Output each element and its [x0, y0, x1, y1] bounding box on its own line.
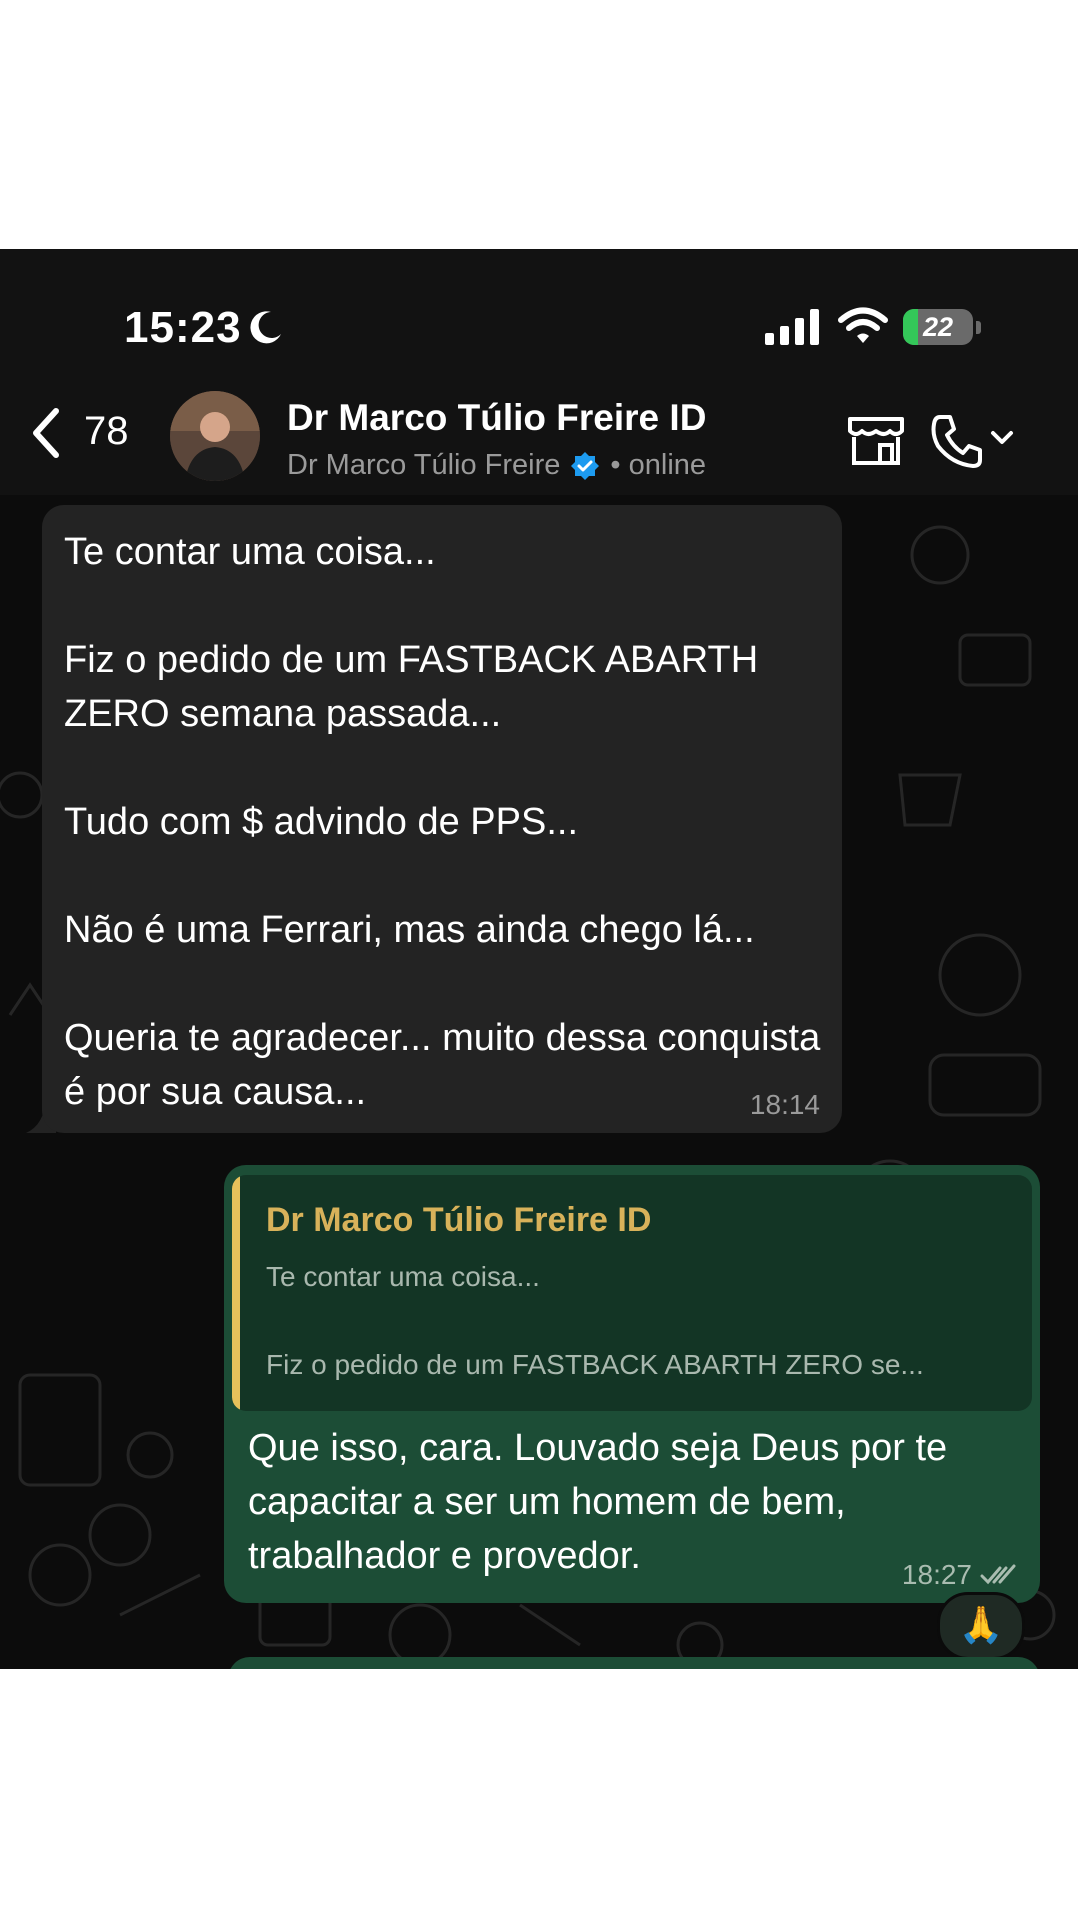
signal-icon: [765, 309, 819, 345]
outgoing-message[interactable]: Dr Marco Túlio Freire ID Te contar uma c…: [224, 1165, 1040, 1603]
status-bar: 15:23 22: [0, 249, 1078, 379]
wifi-icon: [838, 307, 888, 343]
reaction-badge[interactable]: 🙏: [937, 1592, 1025, 1660]
moon-icon: [250, 311, 281, 344]
message-meta: 18:27: [902, 1559, 1018, 1591]
phone-icon[interactable]: [930, 413, 982, 469]
contact-sub-name: Dr Marco Túlio Freire: [287, 449, 561, 481]
contact-name[interactable]: Dr Marco Túlio Freire ID: [287, 397, 706, 439]
quoted-reply[interactable]: Dr Marco Túlio Freire ID Te contar uma c…: [232, 1175, 1032, 1411]
message-text: Te contar uma coisa... Fiz o pedido de u…: [64, 531, 821, 1113]
chat-header: 78 Dr Marco Túlio Freire ID Dr Marco Túl…: [0, 379, 1078, 495]
quoted-author: Dr Marco Túlio Freire ID: [266, 1201, 652, 1239]
next-message-partial[interactable]: [228, 1657, 1040, 1669]
avatar[interactable]: [170, 391, 260, 481]
unread-count[interactable]: 78: [84, 409, 129, 454]
avatar-photo: [170, 391, 260, 481]
contact-subtitle[interactable]: Dr Marco Túlio Freire • online: [287, 449, 706, 482]
battery-percent: 22: [922, 312, 954, 342]
store-icon[interactable]: [846, 415, 906, 467]
clock-time: 15:23: [124, 303, 242, 352]
phone-screen: 15:23 22 78 Dr Marco Túlio Freire ID Dr …: [0, 249, 1078, 1669]
message-time: 18:27: [901, 1559, 972, 1590]
read-ticks-icon: [980, 1564, 1016, 1585]
incoming-message[interactable]: Te contar uma coisa... Fiz o pedido de u…: [42, 505, 842, 1133]
chevron-down-icon[interactable]: [990, 429, 1014, 447]
message-time: 18:14: [749, 1089, 820, 1120]
battery-cap: [976, 321, 981, 334]
presence-status: • online: [610, 449, 707, 481]
quoted-text: Te contar uma coisa... Fiz o pedido de u…: [266, 1261, 924, 1380]
quote-accent-bar: [232, 1175, 240, 1411]
verified-badge-icon: [571, 451, 600, 480]
battery-indicator: 22: [903, 309, 973, 345]
chevron-left-icon[interactable]: [26, 403, 66, 463]
